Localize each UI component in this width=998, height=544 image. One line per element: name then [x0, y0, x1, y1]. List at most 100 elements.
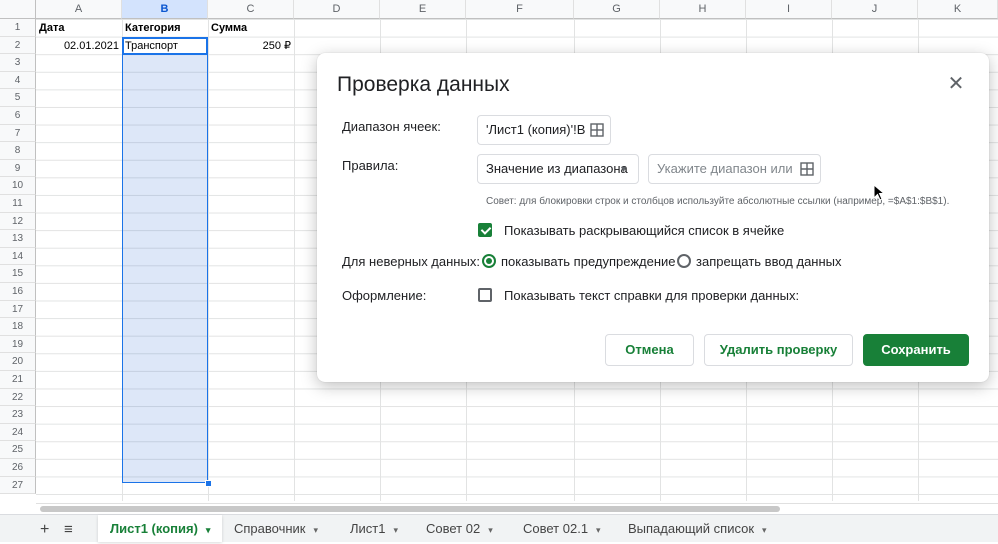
column-header-d[interactable]: D	[294, 0, 380, 19]
row-header[interactable]: 11	[0, 195, 36, 213]
range-value: 'Лист1 (копия)'!B	[486, 122, 586, 137]
remove-validation-button[interactable]: Удалить проверку	[704, 334, 853, 366]
row-header[interactable]: 21	[0, 371, 36, 389]
save-button[interactable]: Сохранить	[863, 334, 969, 366]
close-icon[interactable]: ✕	[945, 73, 967, 95]
chevron-down-icon: ▾	[205, 525, 211, 535]
column-header-e[interactable]: E	[380, 0, 466, 19]
tab-label: Лист1 (копия)	[110, 521, 198, 536]
grid-line	[294, 19, 295, 501]
rule-type-value: Значение из диапазона	[486, 161, 628, 176]
row-header[interactable]: 18	[0, 318, 36, 336]
appearance-label: Оформление:	[342, 288, 427, 303]
row-header[interactable]: 6	[0, 107, 36, 125]
range-field[interactable]: 'Лист1 (копия)'!B	[477, 115, 611, 145]
cancel-button[interactable]: Отмена	[605, 334, 694, 366]
column-header-i[interactable]: I	[746, 0, 832, 19]
grid-icon[interactable]	[590, 123, 604, 137]
row-header[interactable]: 12	[0, 212, 36, 231]
tab-spravochnik[interactable]: Справочник ▾	[222, 515, 330, 542]
column-header-j[interactable]: J	[832, 0, 918, 19]
row-header[interactable]: 22	[0, 388, 36, 407]
reject-input-radio[interactable]	[677, 254, 691, 268]
cell-b1[interactable]: Категория	[125, 20, 205, 37]
chevron-down-icon: ▾	[762, 525, 767, 535]
row-header[interactable]: 9	[0, 159, 36, 178]
tab-label: Выпадающий список	[628, 521, 755, 536]
row-header[interactable]: 24	[0, 423, 36, 442]
grid-line	[208, 19, 209, 501]
row-header[interactable]: 1	[0, 19, 36, 37]
tab-label: Лист1	[350, 521, 386, 536]
dialog-title: Проверка данных	[337, 73, 510, 96]
row-header[interactable]: 19	[0, 335, 36, 354]
fill-handle[interactable]	[205, 480, 212, 487]
show-warning-radio[interactable]	[482, 254, 496, 268]
row-header[interactable]: 14	[0, 247, 36, 266]
plus-icon[interactable]: +	[40, 521, 49, 539]
chevron-down-icon: ▾	[313, 525, 319, 535]
chevron-down-icon: ▾	[488, 525, 493, 535]
column-header-c[interactable]: C	[208, 0, 294, 19]
row-header[interactable]: 13	[0, 230, 36, 248]
selected-range[interactable]	[122, 37, 208, 483]
row-header[interactable]: 3	[0, 54, 36, 72]
cell-c1[interactable]: Сумма	[211, 20, 291, 37]
tab-label: Справочник	[234, 521, 306, 536]
cell-a2[interactable]: 02.01.2021	[39, 38, 119, 55]
chevron-down-icon: ▾	[393, 525, 399, 535]
tab-sovet-02[interactable]: Совет 02 ▾	[414, 515, 505, 542]
horizontal-scrollbar[interactable]	[36, 503, 998, 514]
tab-label: Совет 02	[426, 521, 481, 536]
row-header[interactable]: 26	[0, 459, 36, 477]
rule-type-dropdown[interactable]: Значение из диапазона ▼	[477, 154, 639, 184]
row-header[interactable]: 23	[0, 406, 36, 424]
data-validation-dialog: Проверка данных ✕ Диапазон ячеек: 'Лист1…	[317, 53, 989, 382]
row-header[interactable]: 4	[0, 71, 36, 90]
show-warning-label: показывать предупреждение	[501, 254, 676, 269]
row-header[interactable]: 10	[0, 177, 36, 195]
row-header[interactable]: 2	[0, 36, 36, 55]
list-icon[interactable]: ≡	[64, 521, 73, 538]
column-header-b[interactable]: B	[122, 0, 208, 19]
tab-sovet-02-1[interactable]: Совет 02.1 ▾	[511, 515, 613, 542]
mouse-pointer-icon	[873, 183, 886, 201]
tab-label: Совет 02.1	[523, 521, 589, 536]
row-header[interactable]: 25	[0, 441, 36, 459]
column-header-h[interactable]: H	[660, 0, 746, 19]
column-header-k[interactable]: K	[918, 0, 998, 19]
row-header[interactable]: 17	[0, 300, 36, 319]
column-header-g[interactable]: G	[574, 0, 660, 19]
help-text-label: Показывать текст справки для проверки да…	[504, 288, 800, 303]
help-text-checkbox[interactable]	[478, 288, 492, 302]
scrollbar-thumb[interactable]	[40, 506, 780, 512]
row-header[interactable]: 16	[0, 283, 36, 301]
row-header[interactable]: 7	[0, 124, 36, 143]
chevron-down-icon: ▾	[596, 525, 601, 535]
row-header[interactable]: 5	[0, 89, 36, 107]
dropdown-arrow-icon: ▼	[619, 164, 628, 174]
invalid-data-label: Для неверных данных:	[342, 254, 480, 269]
cell-b2[interactable]: Транспорт	[125, 38, 205, 55]
cell-a1[interactable]: Дата	[39, 20, 119, 37]
rule-range-placeholder: Укажите диапазон или	[657, 161, 793, 176]
rule-range-input[interactable]: Укажите диапазон или	[648, 154, 821, 184]
row-header[interactable]: 27	[0, 476, 36, 495]
tab-list1-copy[interactable]: Лист1 (копия) ▾	[98, 515, 223, 542]
grid-icon[interactable]	[800, 162, 814, 176]
column-header-f[interactable]: F	[466, 0, 574, 19]
rules-label: Правила:	[342, 158, 399, 173]
tab-list1[interactable]: Лист1 ▾	[338, 515, 410, 542]
row-header[interactable]: 20	[0, 353, 36, 371]
cell-c2[interactable]: 250 ₽	[211, 38, 291, 55]
sheet-tab-bar: + ≡ Лист1 (копия) ▾ Справочник ▾ Лист1 ▾ Со…	[0, 514, 998, 542]
row-header[interactable]: 15	[0, 265, 36, 283]
select-all-corner[interactable]	[0, 0, 36, 19]
column-header-a[interactable]: A	[36, 0, 122, 19]
tab-dropdown-list[interactable]: Выпадающий список ▾	[616, 515, 779, 542]
row-header[interactable]: 8	[0, 142, 36, 160]
show-dropdown-label: Показывать раскрывающийся список в ячейк…	[504, 223, 785, 238]
range-label: Диапазон ячеек:	[342, 119, 441, 134]
show-dropdown-checkbox[interactable]	[478, 223, 492, 237]
reject-input-label: запрещать ввод данных	[696, 254, 842, 269]
